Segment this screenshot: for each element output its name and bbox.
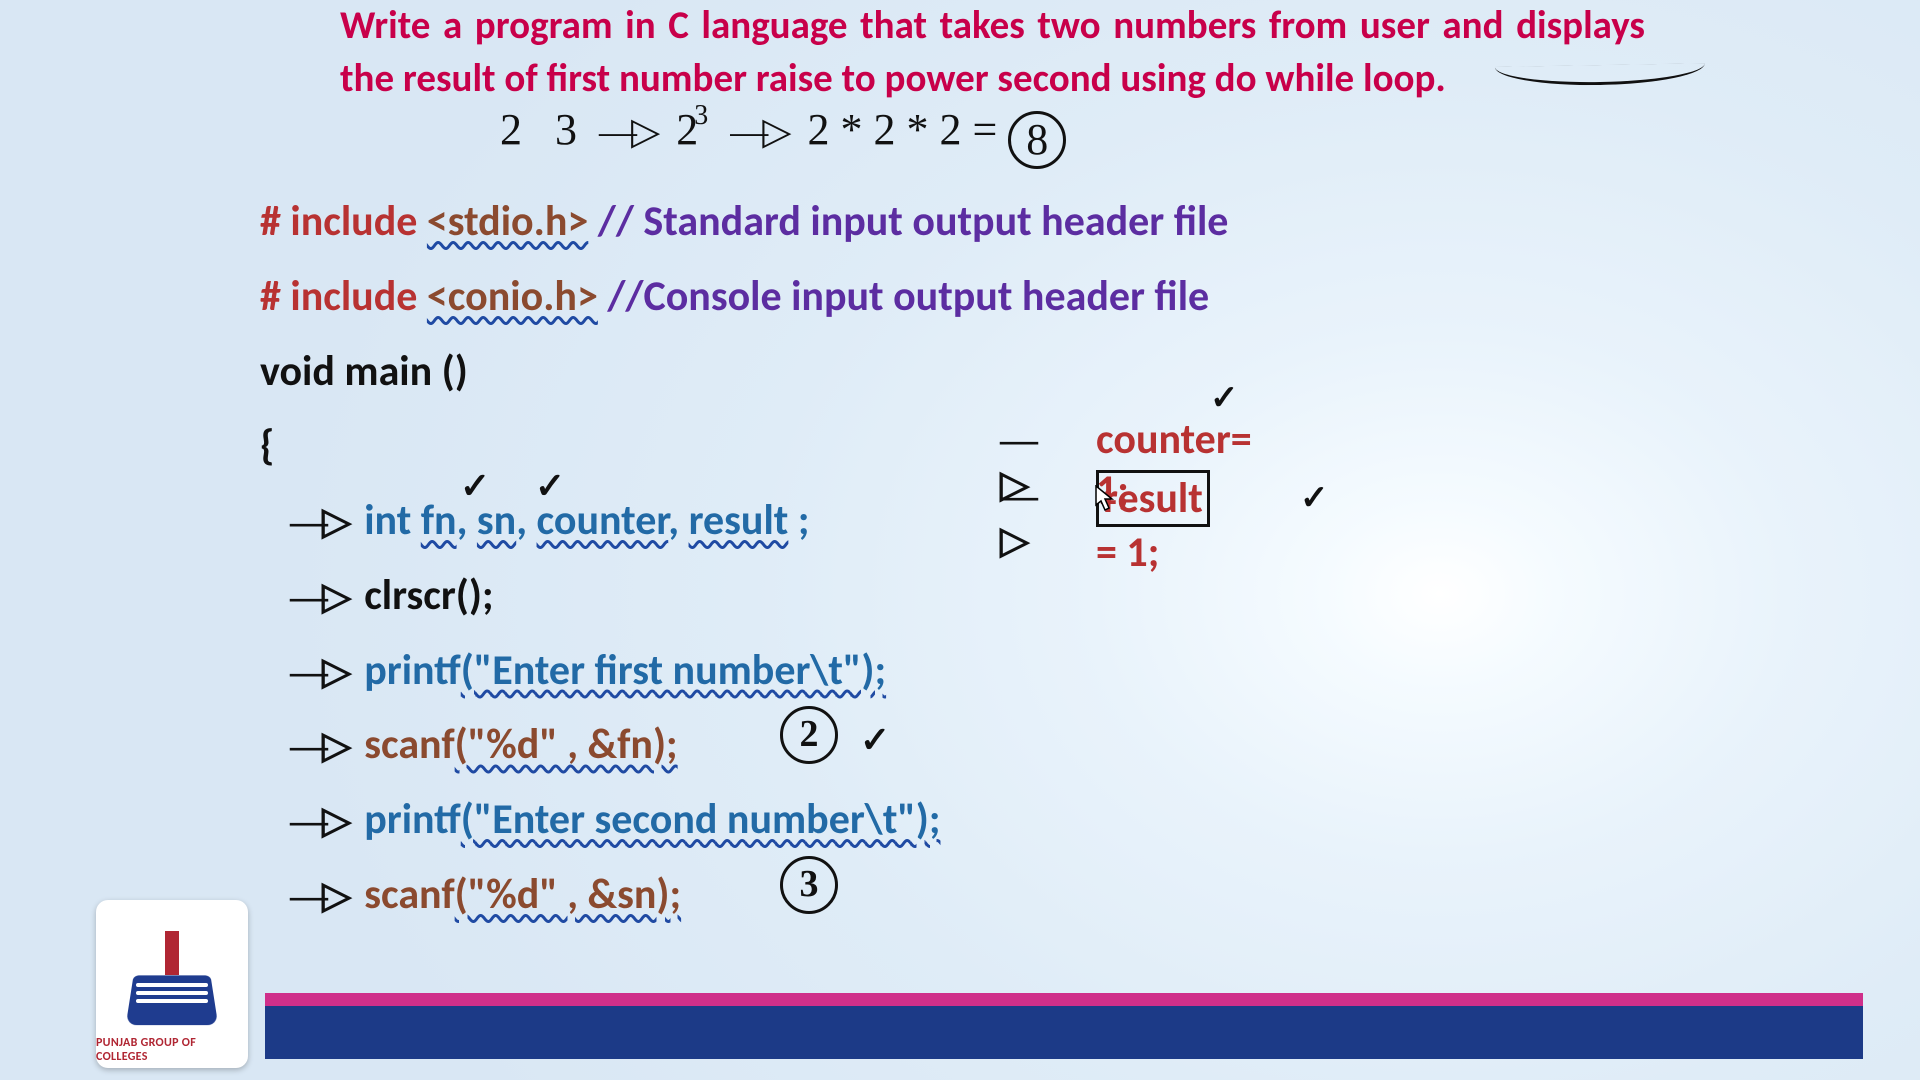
arrow-icon (290, 651, 345, 693)
mouse-cursor-icon (1095, 485, 1115, 513)
example-exp: 3 (694, 100, 708, 131)
line-printf-2: printf("Enter second number\t"); (260, 783, 1760, 858)
fn-scanf: scanf (364, 719, 454, 770)
line-include-stdio: # include <stdio.h> // Standard input ou… (260, 185, 1760, 260)
arrow-icon (290, 501, 345, 543)
checkmark-icon: ✓ (860, 708, 890, 772)
logo-emblem-icon (124, 931, 220, 1036)
footer-stripe-red (265, 993, 1863, 1006)
scanf-arg-2: ("%d" , &sn); (455, 869, 681, 920)
slide-background: Write a program in C language that takes… (0, 0, 1920, 1080)
checkmark-icon: ✓ (460, 454, 490, 518)
college-logo: PUNJAB GROUP OF COLLEGES (96, 900, 248, 1068)
fn-clrscr: clrscr(); (364, 570, 493, 621)
arrow-icon (290, 576, 345, 618)
comment-conio: //Console input output header file (607, 271, 1209, 322)
printf-arg-2: ("Enter second number\t"); (461, 794, 941, 845)
example-answer-circled: 8 (1008, 111, 1066, 169)
scanf-arg-1: ("%d" , &fn); (455, 719, 678, 770)
problem-statement: Write a program in C language that takes… (340, 0, 1645, 105)
example-expansion: 2 * 2 * 2 = (807, 105, 997, 154)
checkmark-icon: ✓ (1300, 478, 1329, 518)
line-main: void main () (260, 335, 1760, 410)
checkmark-icon: ✓ (1210, 378, 1239, 418)
var-fn: fn (421, 495, 457, 546)
line-scanf-2: scanf("%d" , &sn); 3 (260, 858, 1760, 933)
line-clrscr: clrscr(); (260, 559, 1760, 634)
comment-stdio: // Standard input output header file (598, 196, 1229, 247)
arrow-icon (1000, 474, 1032, 563)
arrow-icon (290, 875, 345, 917)
arrow-icon (599, 111, 654, 153)
var-result: result (689, 495, 789, 546)
annotation-circled-2: 2 (780, 706, 838, 764)
hash-include: # include (260, 196, 417, 247)
kw-int: int (364, 495, 411, 546)
printf-arg-1: ("Enter first number\t"); (461, 645, 886, 696)
footer-stripe-blue (265, 1006, 1863, 1059)
fn-printf: printf (364, 794, 461, 845)
fn-printf: printf (364, 645, 461, 696)
video-frame: Write a program in C language that takes… (0, 0, 1920, 1080)
annotation-circled-3: 3 (780, 856, 838, 914)
checkmark-icon: ✓ (535, 454, 565, 518)
handwritten-example: 2 3 23 2 * 2 * 2 = 8 (500, 100, 1066, 169)
line-include-conio: # include <conio.h> //Console input outp… (260, 260, 1760, 335)
example-num-b: 3 (555, 105, 577, 154)
fn-scanf: scanf (364, 869, 454, 920)
line-printf-1: printf("Enter first number\t"); (260, 634, 1760, 709)
hash-include: # include (260, 271, 417, 322)
semicolon: ; (798, 495, 810, 546)
example-num-a: 2 (500, 105, 522, 154)
arrow-icon (730, 111, 785, 153)
result-tail: = 1; (1096, 527, 1159, 578)
arrow-icon (290, 800, 345, 842)
line-scanf-1: scanf("%d" , &fn); 2 ✓ (260, 708, 1760, 783)
lib-conio: <conio.h> (427, 271, 598, 322)
arrow-icon (290, 725, 345, 767)
lib-stdio: <stdio.h> (427, 196, 588, 247)
logo-caption: PUNJAB GROUP OF COLLEGES (96, 1036, 248, 1064)
